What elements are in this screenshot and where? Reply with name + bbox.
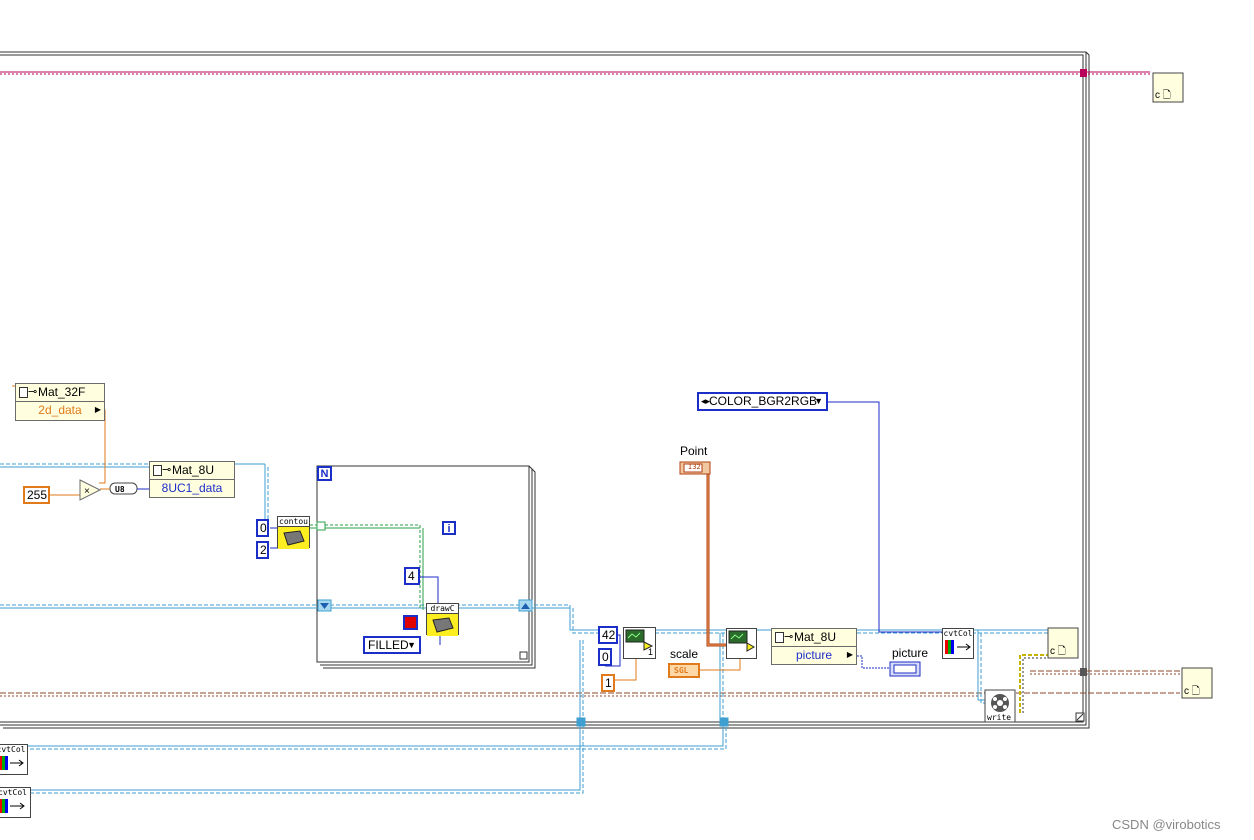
subvi-label: drawC (427, 604, 458, 614)
property-2d-data[interactable]: 2d_data ▶ (16, 402, 104, 418)
property-header: ⊸ Mat_8U (150, 462, 234, 480)
contour-icon (427, 614, 458, 636)
close-reference-icon-top[interactable]: c 🗋 (1155, 88, 1171, 105)
while-loop-frame[interactable] (0, 51, 1090, 729)
constant-4[interactable]: 4 (404, 567, 420, 585)
constant-255[interactable]: 255 (23, 486, 50, 504)
subvi-label: cvtCol (943, 629, 973, 638)
mat-32f-property-node[interactable]: ⊸ Mat_32F 2d_data ▶ (15, 383, 105, 421)
point-label: Point (680, 444, 708, 458)
document-icon (153, 465, 162, 476)
chart-icon (728, 630, 756, 652)
multiply-symbol: × (84, 486, 90, 497)
enum-value: FILLED (368, 638, 409, 652)
image-scale-subvi-b[interactable] (726, 628, 757, 659)
block-diagram: × U8 (0, 51, 1213, 794)
constant-0-b[interactable]: 0 (598, 648, 612, 666)
close-reference-icon-bottom[interactable]: c 🗋 (1184, 684, 1200, 701)
key-icon: ⊸ (162, 464, 172, 476)
status-wire (1019, 654, 1050, 713)
document-icon: 🗋 (1057, 646, 1066, 657)
property-label: 2d_data (38, 403, 82, 417)
ref-letter: c (1155, 90, 1160, 101)
subvi-label: cvtCol (0, 788, 27, 797)
picture-label: picture (892, 646, 929, 660)
constant-0-a[interactable]: 0 (256, 519, 269, 537)
u8-label: U8 (115, 485, 125, 494)
write-label: write (987, 713, 1012, 722)
mat-32f-title: Mat_32F (38, 385, 86, 399)
cvt-color-subvi-left-b[interactable]: cvtCol (0, 787, 31, 818)
ref-letter: c (1050, 646, 1055, 657)
contour-icon (278, 527, 309, 549)
close-reference-icon-mid[interactable]: c 🗋 (1050, 644, 1066, 661)
for-loop-count-terminal[interactable]: N (317, 466, 332, 481)
find-contours-subvi[interactable]: contou (277, 516, 310, 549)
ref-letter: c (1184, 686, 1189, 697)
u8-conversion[interactable]: U8 (100, 482, 150, 495)
mat-8u-title: Mat_8U (172, 463, 215, 477)
color-conversion-enum[interactable]: ◂▸ COLOR_BGR2RGB ▼ (697, 392, 828, 411)
constant-2[interactable]: 2 (256, 541, 269, 559)
chevron-down-icon: ▼ (814, 396, 823, 406)
mat-8u-property-node-a[interactable]: ⊸ Mat_8U 8UC1_data (149, 461, 235, 498)
scale-label: scale (670, 647, 699, 661)
subvi-label: cvtCol (0, 745, 26, 754)
property-label: picture (795, 648, 833, 662)
arrow-right-icon: ▶ (94, 405, 101, 414)
reference-icons (1047, 72, 1213, 699)
enum-value: COLOR_BGR2RGB (709, 394, 818, 408)
document-icon (775, 632, 784, 643)
property-header: ⊸ Mat_8U (772, 629, 856, 647)
color-bars-icon (945, 640, 971, 654)
multiply-function[interactable]: × (79, 479, 102, 501)
scale-type-label: SGL (674, 666, 689, 675)
chevron-down-icon: ▼ (407, 640, 416, 650)
cvt-color-subvi-left-a[interactable]: cvtCol (0, 744, 28, 775)
for-loop-iteration-terminal: i (442, 521, 456, 535)
property-label: 8UC1_data (161, 481, 223, 495)
cvt-color-subvi[interactable]: cvtCol (942, 628, 974, 659)
point-type-label: I32 (688, 463, 701, 471)
property-header: ⊸ Mat_32F (16, 384, 104, 402)
reference-wire-pink (0, 69, 1150, 77)
line-type-enum[interactable]: FILLED ▼ (363, 636, 421, 654)
picture-indicator[interactable] (889, 661, 921, 677)
document-icon: 🗋 (1191, 686, 1200, 697)
draw-contours-subvi[interactable]: drawC (426, 603, 459, 636)
increment-icon: ◂▸ (701, 396, 711, 406)
document-icon (19, 387, 28, 398)
image-scale-subvi-a[interactable]: 1 (623, 627, 656, 659)
for-loop-frame[interactable] (316, 465, 536, 669)
terminal-1: 1 (647, 647, 653, 657)
mat-8u-title: Mat_8U (794, 630, 837, 644)
property-picture[interactable]: picture ▶ (772, 647, 856, 663)
constant-42[interactable]: 42 (598, 626, 618, 644)
constant-1-a[interactable]: 1 (601, 674, 615, 692)
key-icon: ⊸ (28, 386, 38, 398)
mat-8u-property-node-b[interactable]: ⊸ Mat_8U picture ▶ (771, 628, 857, 665)
color-constant[interactable] (403, 615, 418, 630)
mat-wires-blue (0, 463, 1050, 794)
property-8uc1-data[interactable]: 8UC1_data (150, 480, 234, 496)
contour-wire-green (310, 521, 424, 610)
color-bars-icon (0, 799, 25, 813)
key-icon: ⊸ (784, 631, 794, 643)
document-icon: 🗋 (1162, 90, 1171, 101)
watermark: CSDN @virobotics (1112, 817, 1221, 832)
subvi-label: contou (278, 517, 309, 527)
color-bars-icon (0, 756, 24, 770)
arrow-right-icon: ▶ (846, 650, 853, 659)
